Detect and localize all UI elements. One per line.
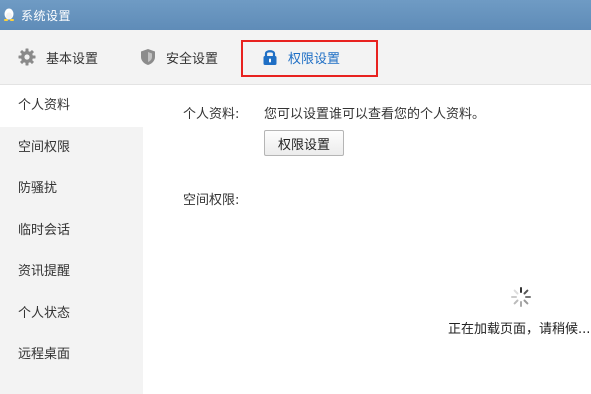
sidebar-item-personal-status[interactable]: 个人状态 xyxy=(0,293,143,335)
permission-settings-button[interactable]: 权限设置 xyxy=(264,130,344,156)
window-title: 系统设置 xyxy=(21,8,72,23)
sidebar-item-profile[interactable]: 个人资料 xyxy=(0,85,143,127)
space-permission-label: 空间权限: xyxy=(183,193,240,208)
sidebar-item-space-permission[interactable]: 空间权限 xyxy=(0,127,143,169)
tab-basic-settings[interactable]: 基本设置 xyxy=(18,30,98,84)
highlight-annotation-box xyxy=(241,40,378,77)
spinner-icon xyxy=(511,287,531,307)
gear-icon xyxy=(18,48,36,66)
sidebar-item-temp-session[interactable]: 临时会话 xyxy=(0,210,143,252)
tab-security-settings[interactable]: 安全设置 xyxy=(140,30,218,84)
penguin-icon xyxy=(4,8,14,21)
profile-section-label: 个人资料: xyxy=(183,107,240,122)
sidebar-item-remote-desktop[interactable]: 远程桌面 xyxy=(0,334,143,376)
sidebar-item-anti-harassment[interactable]: 防骚扰 xyxy=(0,168,143,210)
main-content: 个人资料: 您可以设置谁可以查看您的个人资料。 权限设置 空间权限: 正在加载页… xyxy=(143,85,591,394)
tab-basic-label: 基本设置 xyxy=(46,51,99,67)
sidebar-item-news-reminder[interactable]: 资讯提醒 xyxy=(0,251,143,293)
profile-description: 您可以设置谁可以查看您的个人资料。 xyxy=(264,107,486,122)
shield-icon xyxy=(141,49,155,65)
tab-security-label: 安全设置 xyxy=(166,51,219,67)
title-bar: 系统设置 xyxy=(0,0,591,30)
sidebar: 个人资料 空间权限 防骚扰 临时会话 资讯提醒 个人状态 远程桌面 xyxy=(0,85,143,394)
loading-message: 正在加载页面，请稍候... xyxy=(448,322,591,337)
